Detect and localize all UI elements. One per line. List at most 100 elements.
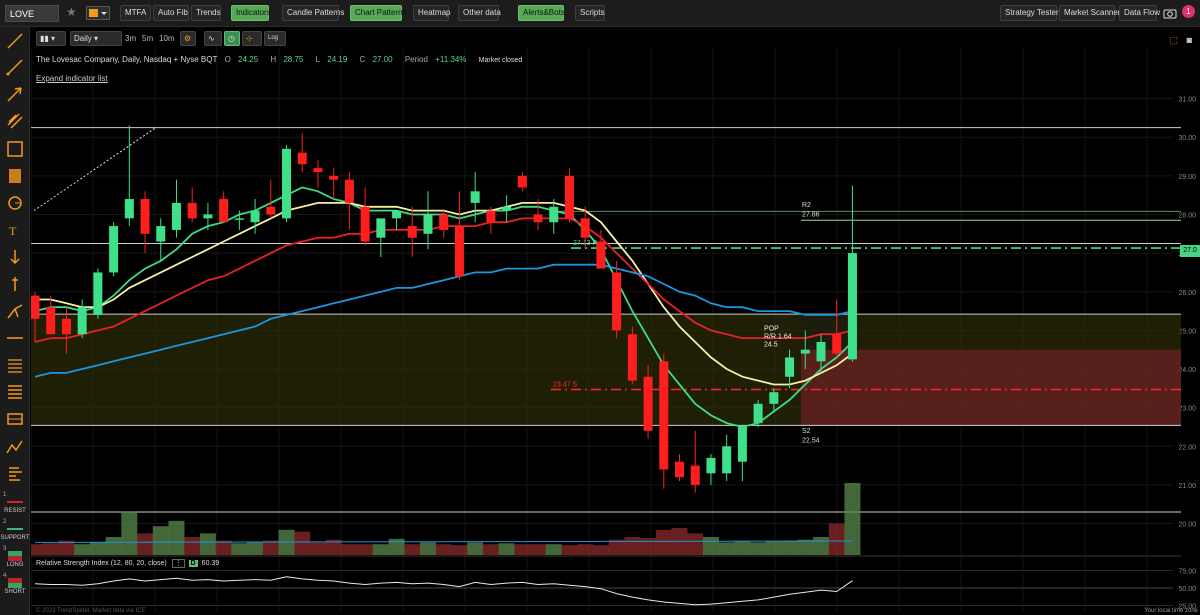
timeframe-select[interactable]: Daily ▾ xyxy=(70,31,122,46)
volume-bar xyxy=(608,539,625,555)
short-tool-icon[interactable] xyxy=(5,578,25,588)
gann-tool-icon[interactable] xyxy=(5,382,25,402)
camera-icon[interactable] xyxy=(1163,7,1177,19)
chart-panel[interactable]: 31.00 30.00 29.00 28.00 27.00 26.00 25.00 24.00… xyxy=(31,27,1200,615)
rsi-line xyxy=(34,576,853,606)
candle-body xyxy=(313,168,323,172)
fib-tool-icon[interactable] xyxy=(5,166,25,186)
pivot-s2-value: 22.54 xyxy=(802,437,820,444)
candle-body xyxy=(77,307,87,335)
arrow-tool-icon[interactable] xyxy=(5,84,25,104)
notification-badge[interactable]: 1 xyxy=(1182,5,1195,18)
trade-box-label: POP xyxy=(764,325,779,332)
candle-body xyxy=(392,210,402,219)
text-tool-icon[interactable]: T xyxy=(5,220,25,240)
chart-corner-icons: ⬚ ◙ xyxy=(1170,35,1192,46)
support-tool-icon[interactable] xyxy=(5,524,25,534)
pitchfork-tool-icon[interactable] xyxy=(5,301,25,321)
circle-tool-icon[interactable] xyxy=(5,193,25,213)
long-tool-label[interactable]: LONG xyxy=(0,562,30,568)
volume-bar xyxy=(561,545,578,555)
rsi-tick-label: 50.00 xyxy=(1178,586,1196,593)
volume-bar xyxy=(168,520,185,555)
instrument-title: The Lovesac Company, Daily, Nasdaq + Nys… xyxy=(36,55,218,64)
toolbar-button-market-scanner[interactable]: Market Scanner xyxy=(1059,5,1120,21)
candle-body xyxy=(564,175,574,219)
parallel-lines-tool-icon[interactable] xyxy=(5,355,25,375)
price-range-tool-icon[interactable] xyxy=(5,274,25,294)
high-value: 28.75 xyxy=(283,55,304,64)
rectangle-tool-icon[interactable] xyxy=(5,139,25,159)
toolbar-button-heatmap[interactable]: Heatmap xyxy=(413,5,450,21)
period-value: +11.34% xyxy=(435,55,467,64)
toolbar-button-data-flow[interactable]: Data Flow xyxy=(1119,5,1160,21)
period-label: Period xyxy=(404,55,428,64)
rsi-value: 60.39 xyxy=(201,560,220,567)
candle-body xyxy=(219,199,229,223)
toolbar-button-alerts-bots[interactable]: Alerts&Bots xyxy=(518,5,565,21)
close-value: 27.00 xyxy=(372,55,393,64)
candle-body xyxy=(46,307,56,335)
vertical-arrow-tool-icon[interactable] xyxy=(5,247,25,267)
clock-icon[interactable]: ◷ xyxy=(224,31,240,46)
settings-gear-icon[interactable]: ⚙ xyxy=(180,31,196,46)
candle-body xyxy=(690,465,700,485)
wave-indicator-icon[interactable]: ∿ xyxy=(204,31,222,46)
support-tool-label[interactable]: SUPPORT xyxy=(0,535,30,541)
toolbar-button-trends[interactable]: Trends xyxy=(191,5,221,21)
star-icon[interactable]: ★ xyxy=(66,5,77,19)
candle-body xyxy=(407,226,417,238)
candle-body xyxy=(187,202,197,219)
volume-bar xyxy=(828,523,845,555)
svg-text:T: T xyxy=(9,224,17,238)
candle-body xyxy=(722,446,732,474)
candle-body xyxy=(706,457,716,474)
price-chart[interactable]: 31.00 30.00 29.00 28.00 27.00 26.00 25.00 24.00… xyxy=(31,27,1200,615)
toolbar-button-candle-patterns[interactable]: Candle Patterns xyxy=(282,5,344,21)
candle-body xyxy=(486,210,496,223)
trade-box-label: 24.5 xyxy=(764,341,778,348)
volume-bar xyxy=(215,540,232,555)
channel-tool-icon[interactable] xyxy=(5,111,25,131)
short-tool-label[interactable]: SHORT xyxy=(0,589,30,595)
window-icon[interactable]: ⬚ xyxy=(1170,35,1179,45)
color-picker-button[interactable] xyxy=(86,6,110,20)
toolbar-button-mtfa[interactable]: MTFA xyxy=(120,5,151,21)
expand-indicator-list-link[interactable]: Expand indicator list xyxy=(36,74,108,83)
crosshair-icon[interactable]: ⊹ xyxy=(242,31,262,46)
chart-type-button[interactable]: ▮▮ ▾ xyxy=(36,31,66,46)
volume-bar xyxy=(341,544,358,555)
candle-body xyxy=(596,241,606,269)
toolbar-button-indicators[interactable]: Indicators xyxy=(231,5,271,21)
ray-tool-icon[interactable] xyxy=(5,57,25,77)
candle-body xyxy=(423,214,433,234)
line-tool-icon[interactable] xyxy=(5,31,25,51)
volume-bar xyxy=(734,541,751,555)
volume-bar xyxy=(702,537,719,555)
y-tick-label: 25.00 xyxy=(1178,328,1196,335)
rsi-menu-icon[interactable]: ⋮ xyxy=(171,559,185,568)
zone-tool-icon[interactable] xyxy=(5,409,25,429)
high-label: H xyxy=(270,55,277,64)
rsi-timeframe-badge: D xyxy=(188,560,198,567)
toolbar-button-strategy-tester[interactable]: Strategy Tester xyxy=(1000,5,1059,21)
candle-body xyxy=(171,202,181,230)
toolbar-button-chart-patterns[interactable]: Chart Patterns xyxy=(350,5,407,21)
toolbar-button-scripts[interactable]: Scripts xyxy=(575,5,605,21)
zigzag-tool-icon[interactable] xyxy=(5,437,25,457)
timezone-footer[interactable]: Your local time zone xyxy=(1144,608,1198,614)
resist-tool-icon[interactable] xyxy=(5,497,25,507)
y-tick-label: 29.00 xyxy=(1178,174,1196,181)
log-scale-button[interactable]: Log xyxy=(264,31,286,46)
toolbar-button-other-data[interactable]: Other data xyxy=(458,5,501,21)
horizontal-line-tool-icon[interactable] xyxy=(5,328,25,348)
candle-body xyxy=(800,349,810,354)
symbol-input[interactable] xyxy=(5,5,59,22)
volume-bar xyxy=(152,526,169,555)
camera-icon[interactable]: ◙ xyxy=(1187,35,1192,45)
resist-tool-label[interactable]: RESIST xyxy=(0,508,30,514)
long-tool-icon[interactable] xyxy=(5,551,25,561)
interval-10m[interactable]: 10m xyxy=(155,31,179,46)
volume-profile-tool-icon[interactable] xyxy=(5,464,25,484)
toolbar-button-auto-fib[interactable]: Auto Fib xyxy=(153,5,189,21)
